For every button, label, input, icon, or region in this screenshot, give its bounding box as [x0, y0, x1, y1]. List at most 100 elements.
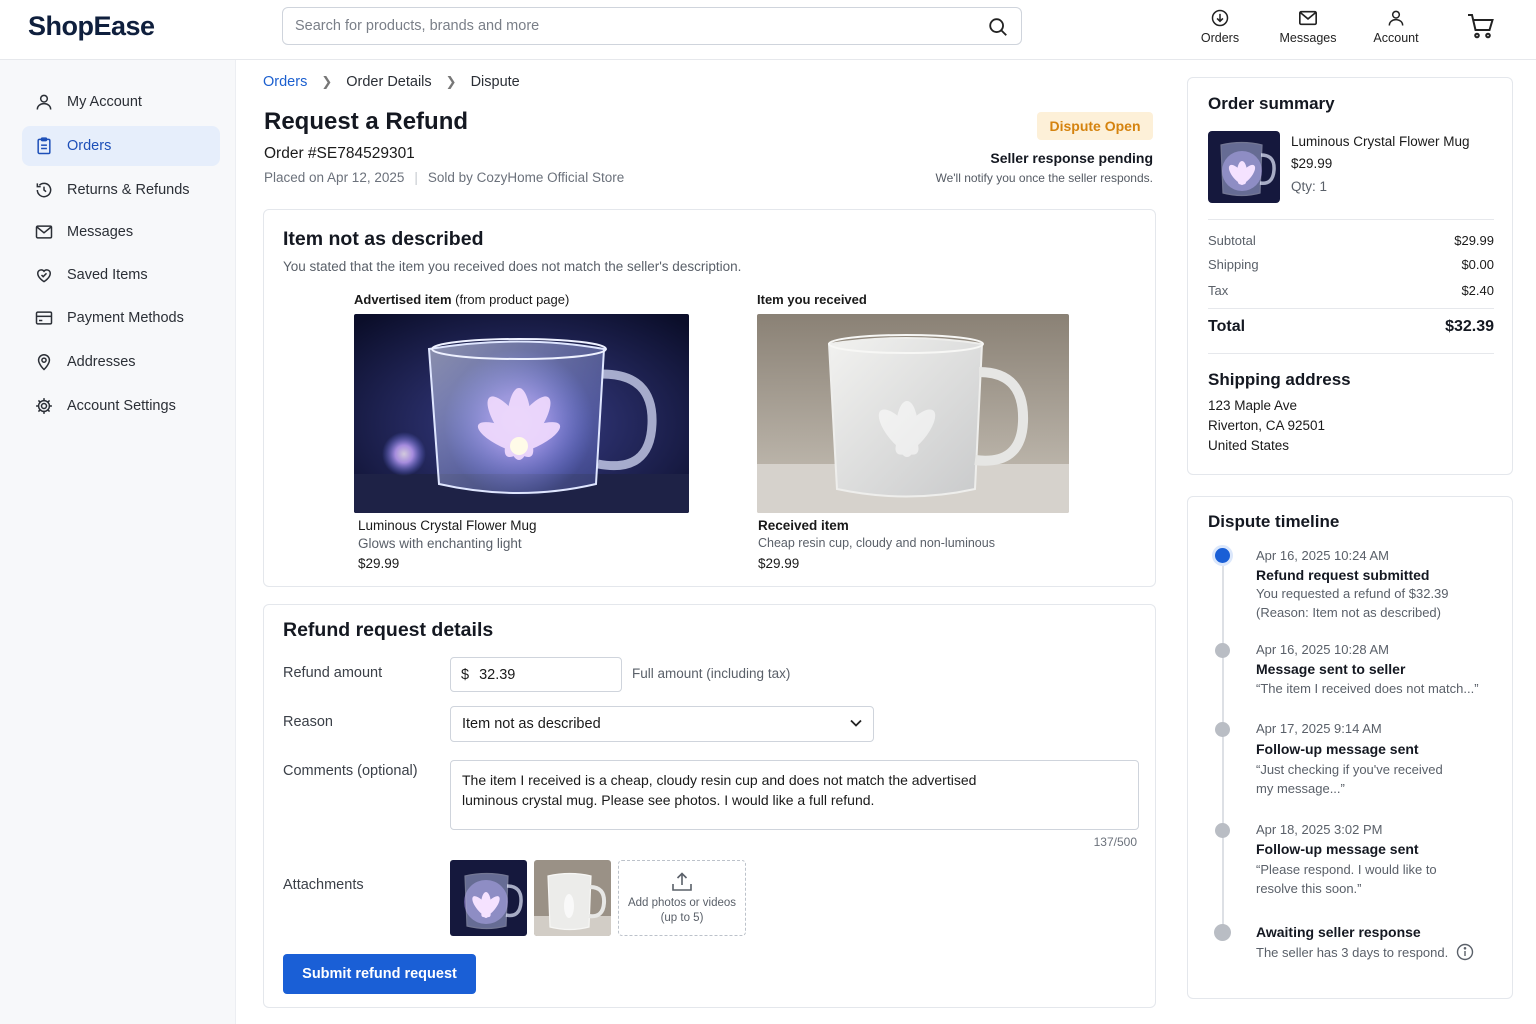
order-summary-card: Order summary Luminous Crystal Flower Mu… — [1187, 77, 1513, 475]
tax-row: Tax $2.40 — [1208, 283, 1494, 298]
order-seller[interactable]: Sold by CozyHome Official Store — [428, 170, 624, 185]
search-icon[interactable] — [987, 16, 1009, 38]
shopease-logo[interactable]: ShopEase — [28, 11, 155, 42]
sidebar-item-addresses[interactable]: Addresses — [22, 342, 220, 382]
address-line: Riverton, CA 92501 — [1208, 418, 1326, 433]
sidebar-item-label: Payment Methods — [67, 310, 184, 326]
gear-icon — [36, 398, 52, 414]
nav-account[interactable]: Account — [1368, 8, 1424, 45]
sidebar-item-account-settings[interactable]: Account Settings — [22, 386, 220, 426]
issue-card: Item not as described You stated that th… — [263, 209, 1156, 587]
sidebar-item-label: Messages — [67, 224, 134, 240]
breadcrumb-dispute: Dispute — [470, 74, 520, 90]
orders-icon — [1211, 9, 1229, 27]
timeline-dot-active — [1215, 548, 1230, 563]
sidebar-item-label: My Account — [67, 94, 142, 110]
summary-divider — [1208, 308, 1494, 309]
reason-label: Reason — [283, 714, 333, 730]
attachment-thumbnail[interactable] — [450, 860, 527, 936]
sidebar-item-saved-items[interactable]: Saved Items — [22, 255, 220, 295]
cart-icon[interactable] — [1466, 12, 1496, 40]
timeline-date: Apr 16, 2025 10:24 AM — [1256, 548, 1389, 563]
nav-messages[interactable]: Messages — [1276, 8, 1340, 45]
issue-description: You stated that the item you received do… — [283, 259, 742, 274]
timeline-dot-pending — [1214, 924, 1231, 941]
notify-text: We'll notify you once the seller respond… — [935, 171, 1153, 185]
summary-item-price: $29.99 — [1291, 156, 1333, 171]
advertised-item-image[interactable] — [354, 314, 689, 513]
sidebar: My Account Orders Returns & Refunds Mess… — [0, 60, 236, 1024]
card-icon — [35, 311, 53, 325]
submit-refund-button[interactable]: Submit refund request — [283, 954, 476, 994]
summary-item-image[interactable] — [1208, 131, 1280, 203]
timeline-dot — [1215, 643, 1230, 658]
search-input[interactable] — [295, 8, 975, 44]
advertised-item-price: $29.99 — [358, 556, 400, 571]
advertised-item-desc: Glows with enchanting light — [358, 536, 522, 551]
breadcrumb: Orders ❯ Order Details ❯ Dispute — [263, 74, 520, 90]
timeline-event-text: “Just checking if you've received my mes… — [1256, 762, 1443, 796]
shipping-address-title: Shipping address — [1208, 370, 1351, 389]
order-placed-date: Placed on Apr 12, 2025 — [264, 170, 405, 185]
shipping-row: Shipping $0.00 — [1208, 257, 1494, 272]
dispute-timeline-card: Dispute timeline Apr 16, 2025 10:24 AM R… — [1187, 496, 1513, 999]
breadcrumb-order-details[interactable]: Order Details — [346, 74, 431, 90]
page-title: Request a Refund — [264, 108, 469, 135]
add-media-button[interactable]: Add photos or videos (up to 5) — [618, 860, 746, 936]
refund-title: Refund request details — [283, 619, 494, 641]
summary-divider — [1208, 353, 1494, 354]
timeline-date: Apr 16, 2025 10:28 AM — [1256, 642, 1389, 657]
user-icon — [36, 94, 52, 110]
refund-amount-label: Refund amount — [283, 665, 383, 681]
timeline-event-title: Message sent to seller — [1256, 661, 1406, 677]
received-label: Item you received — [757, 292, 867, 307]
nav-orders[interactable]: Orders — [1196, 8, 1244, 45]
sidebar-item-payment-methods[interactable]: Payment Methods — [22, 298, 220, 338]
timeline-event-title: Awaiting seller response — [1256, 924, 1421, 940]
summary-item-qty: Qty: 1 — [1291, 179, 1328, 194]
timeline-date: Apr 17, 2025 9:14 AM — [1256, 721, 1382, 736]
comments-textarea[interactable]: The item I received is a cheap, cloudy r… — [450, 760, 1139, 830]
advertised-label: Advertised item (from product page) — [354, 292, 570, 307]
currency-symbol: $ — [461, 666, 470, 683]
order-meta: Placed on Apr 12, 2025 | Sold by CozyHome … — [264, 170, 624, 185]
sidebar-item-label: Returns & Refunds — [67, 182, 190, 198]
timeline-line — [1222, 557, 1224, 932]
add-media-label: Add photos or videos — [627, 897, 737, 909]
refund-card: Refund request details Refund amount $ F… — [263, 604, 1156, 1008]
nav-account-label: Account — [1373, 31, 1419, 45]
sidebar-item-label: Account Settings — [67, 398, 176, 414]
sidebar-item-returns-refunds[interactable]: Returns & Refunds — [22, 170, 220, 210]
received-item-name: Received item — [758, 518, 849, 533]
nav-messages-label: Messages — [1279, 31, 1337, 45]
info-icon[interactable] — [1456, 943, 1474, 961]
status-badge: Dispute Open — [1037, 112, 1153, 140]
order-summary-title: Order summary — [1208, 94, 1335, 113]
reason-value: Item not as described — [462, 716, 601, 732]
timeline-dot — [1215, 722, 1230, 737]
received-item-desc: Cheap resin cup, cloudy and non-luminous — [758, 536, 995, 550]
timeline-date: Apr 18, 2025 3:02 PM — [1256, 822, 1383, 837]
refund-amount-input[interactable] — [479, 666, 600, 683]
attachment-thumbnail[interactable] — [534, 860, 611, 936]
sidebar-item-messages[interactable]: Messages — [22, 212, 220, 252]
summary-item-name[interactable]: Luminous Crystal Flower Mug — [1291, 134, 1470, 149]
timeline-event-title: Follow-up message sent — [1256, 841, 1419, 857]
user-icon — [1388, 10, 1404, 26]
timeline-event-title: Follow-up message sent — [1256, 741, 1419, 757]
received-item-image[interactable] — [757, 314, 1069, 513]
breadcrumb-orders[interactable]: Orders — [263, 74, 307, 90]
timeline-event-text: You requested a refund of $32.39 (Reason… — [1256, 586, 1449, 620]
sidebar-item-label: Orders — [67, 138, 112, 154]
timeline-event-text: The seller has 3 days to respond. — [1256, 945, 1449, 960]
chevron-right-icon: ❯ — [445, 74, 457, 89]
sidebar-item-my-account[interactable]: My Account — [22, 82, 220, 122]
add-media-limit: (up to 5) — [660, 912, 704, 924]
sidebar-item-orders[interactable]: Orders — [22, 126, 220, 166]
reason-select[interactable]: Item not as described — [450, 706, 874, 742]
mail-icon — [1299, 10, 1317, 26]
nav-orders-label: Orders — [1200, 31, 1240, 45]
mail-icon — [35, 225, 53, 239]
refund-amount-field: $ — [450, 657, 622, 692]
issue-title: Item not as described — [283, 228, 484, 250]
